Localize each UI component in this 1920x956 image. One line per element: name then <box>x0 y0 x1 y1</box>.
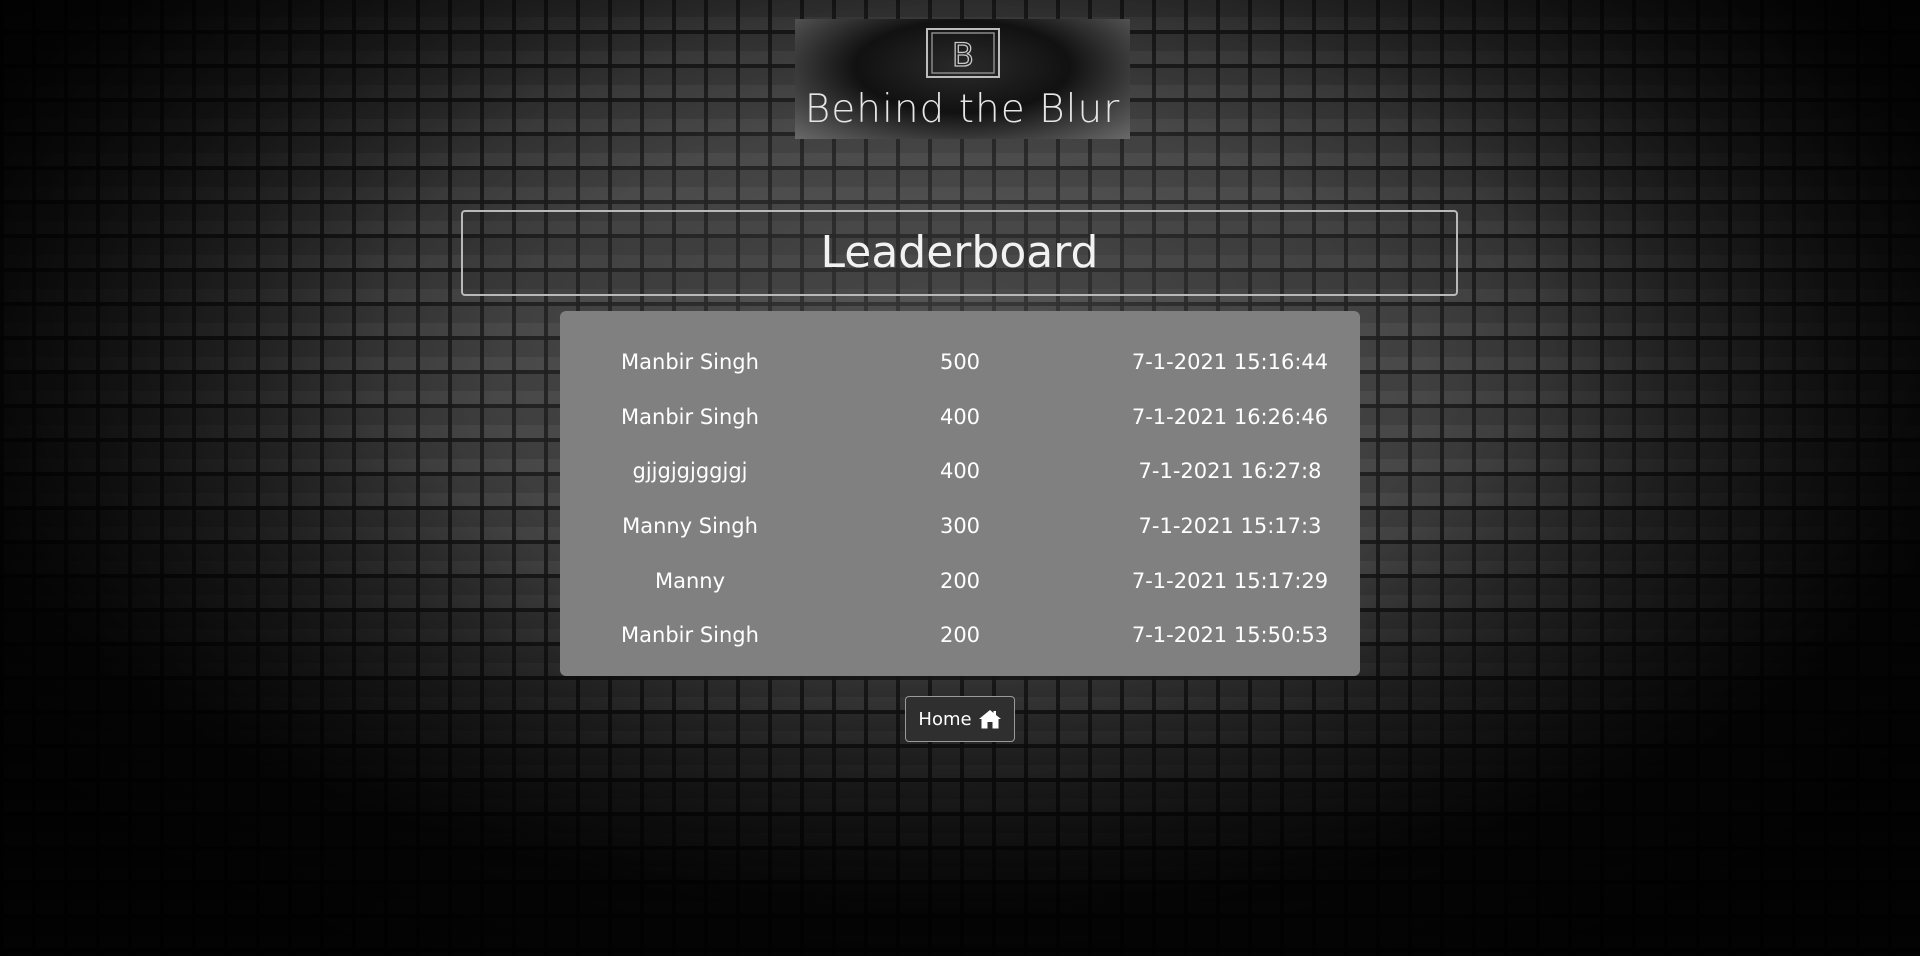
player-score: 200 <box>939 623 981 648</box>
score-timestamp: 7-1-2021 16:26:46 <box>1131 404 1329 429</box>
site-logo: B Behind the Blur <box>795 19 1130 139</box>
player-name: Manny Singh <box>622 514 758 539</box>
player-name: Manbir Singh <box>621 623 759 648</box>
score-timestamp: 7-1-2021 15:50:53 <box>1131 623 1329 648</box>
player-score: 200 <box>939 568 981 593</box>
leaderboard-row: Manny Singh 300 7-1-2021 15:17:3 <box>560 499 1360 554</box>
leaderboard-row: Manny 200 7-1-2021 15:17:29 <box>560 553 1360 608</box>
player-score: 400 <box>939 404 981 429</box>
leaderboard-table: Manbir Singh 500 7-1-2021 15:16:44 Manbi… <box>560 311 1360 676</box>
home-button[interactable]: Home <box>905 696 1015 742</box>
leaderboard-row: Manbir Singh 500 7-1-2021 15:16:44 <box>560 335 1360 390</box>
score-timestamp: 7-1-2021 16:27:8 <box>1138 459 1322 484</box>
logo-letter: B <box>952 36 974 74</box>
leaderboard-row: gjjgjgjggjgj 400 7-1-2021 16:27:8 <box>560 444 1360 499</box>
player-name: Manny <box>654 568 726 593</box>
player-name: gjjgjgjggjgj <box>632 459 748 484</box>
player-score: 500 <box>939 350 981 375</box>
page-title: Leaderboard <box>820 227 1099 278</box>
logo-emblem-icon: B <box>926 28 1000 78</box>
leaderboard-row: Manbir Singh 200 7-1-2021 15:50:53 <box>560 608 1360 663</box>
leaderboard-row: Manbir Singh 400 7-1-2021 16:26:46 <box>560 390 1360 445</box>
home-icon <box>978 710 1001 729</box>
player-name: Manbir Singh <box>621 350 759 375</box>
score-timestamp: 7-1-2021 15:17:29 <box>1131 568 1329 593</box>
page-title-box: Leaderboard <box>461 210 1458 296</box>
score-timestamp: 7-1-2021 15:17:3 <box>1138 514 1322 539</box>
logo-text: Behind the Blur <box>804 87 1121 132</box>
player-score: 300 <box>939 514 981 539</box>
player-name: Manbir Singh <box>621 404 759 429</box>
player-score: 400 <box>939 459 981 484</box>
score-timestamp: 7-1-2021 15:16:44 <box>1131 350 1329 375</box>
home-button-label: Home <box>918 708 972 730</box>
